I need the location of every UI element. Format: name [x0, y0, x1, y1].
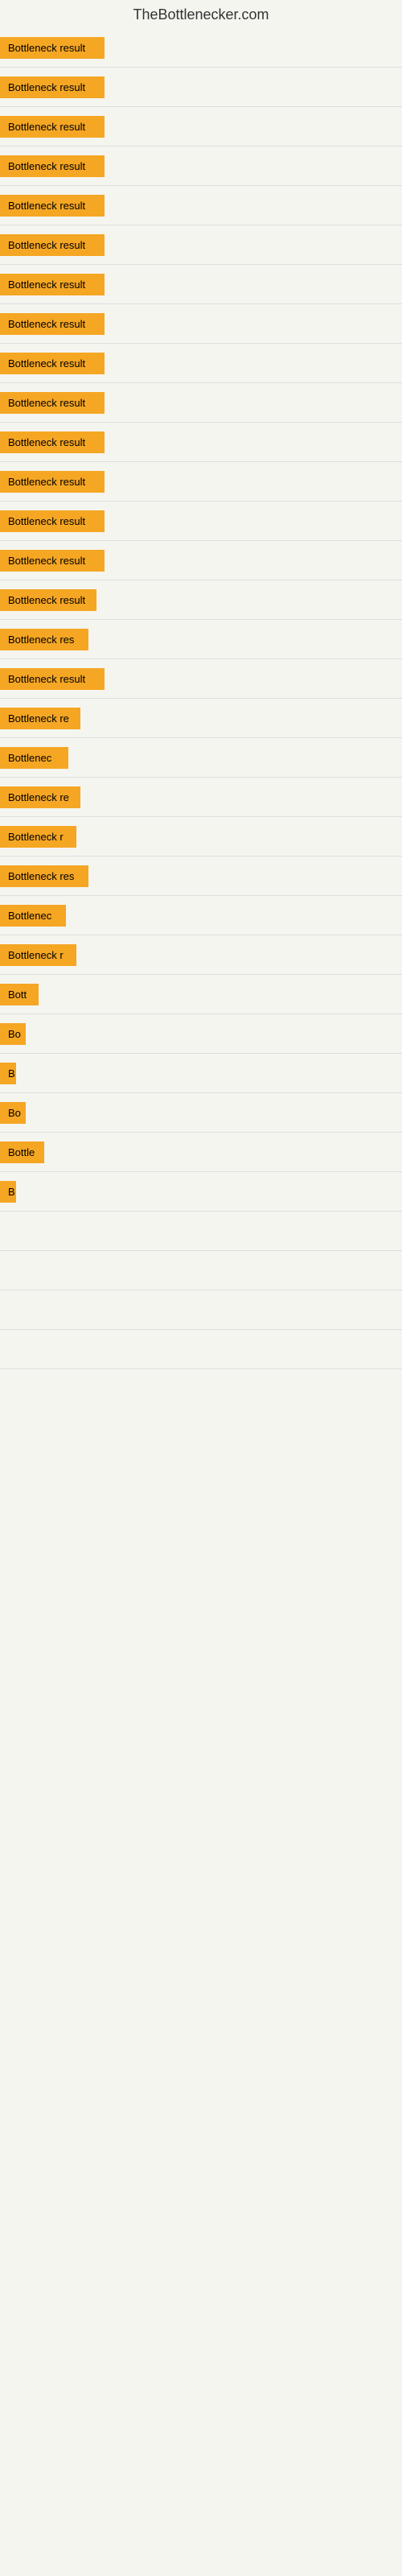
bottleneck-result-label: Bottleneck result — [0, 353, 105, 374]
bottleneck-result-label: Bottleneck res — [0, 865, 88, 887]
list-item: Bottleneck result — [0, 582, 402, 617]
bottleneck-result-label: Bottleneck re — [0, 708, 80, 729]
list-item: Bottleneck result — [0, 424, 402, 460]
list-item — [0, 1371, 402, 1406]
site-title: TheBottlenecker.com — [0, 0, 402, 30]
bottleneck-result-label: B — [0, 1063, 16, 1084]
list-item: Bo — [0, 1095, 402, 1130]
list-item: Bottleneck re — [0, 779, 402, 815]
list-item: Bottleneck result — [0, 543, 402, 578]
bottleneck-result-label: Bottleneck result — [0, 510, 105, 532]
list-item: Bottleneck r — [0, 819, 402, 854]
list-item: Bottleneck result — [0, 69, 402, 105]
bottleneck-result-label: Bottleneck result — [0, 550, 105, 572]
bottleneck-result-label: Bottleneck result — [0, 471, 105, 493]
bottleneck-result-label: Bottle — [0, 1141, 44, 1163]
list-item: Bottleneck result — [0, 503, 402, 539]
bottleneck-result-label: Bottleneck result — [0, 431, 105, 453]
list-item: Bottleneck result — [0, 266, 402, 302]
bottleneck-result-label: Bottleneck result — [0, 155, 105, 177]
bottleneck-result-label: Bottleneck r — [0, 944, 76, 966]
list-item: Bottleneck result — [0, 148, 402, 184]
bottleneck-result-label: Bo — [0, 1102, 26, 1124]
bottleneck-result-label: Bottlenec — [0, 905, 66, 927]
list-item: Bottleneck re — [0, 700, 402, 736]
list-item: Bottle — [0, 1134, 402, 1170]
list-item — [0, 1292, 402, 1327]
bottleneck-result-label: Bottlenec — [0, 747, 68, 769]
list-item: Bottleneck result — [0, 30, 402, 65]
list-item: Bottleneck res — [0, 621, 402, 657]
list-item: Bottlenec — [0, 740, 402, 775]
list-item: Bottleneck result — [0, 385, 402, 420]
bottleneck-result-label: Bo — [0, 1023, 26, 1045]
bottleneck-result-label: Bottleneck re — [0, 786, 80, 808]
bottleneck-result-label: Bottleneck result — [0, 274, 105, 295]
list-item: Bottleneck res — [0, 858, 402, 894]
list-item: Bo — [0, 1016, 402, 1051]
bottleneck-result-label: Bottleneck result — [0, 313, 105, 335]
list-item: Bottleneck result — [0, 227, 402, 262]
bottleneck-list: Bottleneck result Bottleneck result Bottle… — [0, 30, 402, 1406]
bottleneck-result-label: Bott — [0, 984, 39, 1005]
bottleneck-result-label: Bottleneck result — [0, 589, 96, 611]
list-item: Bottleneck result — [0, 345, 402, 381]
bottleneck-result-label: B — [0, 1181, 16, 1203]
bottleneck-result-label: Bottleneck result — [0, 234, 105, 256]
bottleneck-result-label: Bottleneck result — [0, 37, 105, 59]
list-item: B — [0, 1055, 402, 1091]
list-item: Bottleneck result — [0, 188, 402, 223]
bottleneck-result-label: Bottleneck result — [0, 195, 105, 217]
bottleneck-result-label: Bottleneck result — [0, 116, 105, 138]
list-item — [0, 1213, 402, 1249]
bottleneck-result-label: Bottleneck r — [0, 826, 76, 848]
bottleneck-result-label: Bottleneck result — [0, 76, 105, 98]
list-item: Bottleneck result — [0, 464, 402, 499]
list-item — [0, 1253, 402, 1288]
list-item: Bottlenec — [0, 898, 402, 933]
list-item: Bottleneck result — [0, 109, 402, 144]
list-item: Bottleneck r — [0, 937, 402, 972]
list-item: Bottleneck result — [0, 306, 402, 341]
bottleneck-result-label: Bottleneck result — [0, 392, 105, 414]
list-item: B — [0, 1174, 402, 1209]
list-item: Bottleneck result — [0, 661, 402, 696]
bottleneck-result-label: Bottleneck result — [0, 668, 105, 690]
list-item — [0, 1331, 402, 1367]
bottleneck-result-label: Bottleneck res — [0, 629, 88, 650]
list-item: Bott — [0, 976, 402, 1012]
